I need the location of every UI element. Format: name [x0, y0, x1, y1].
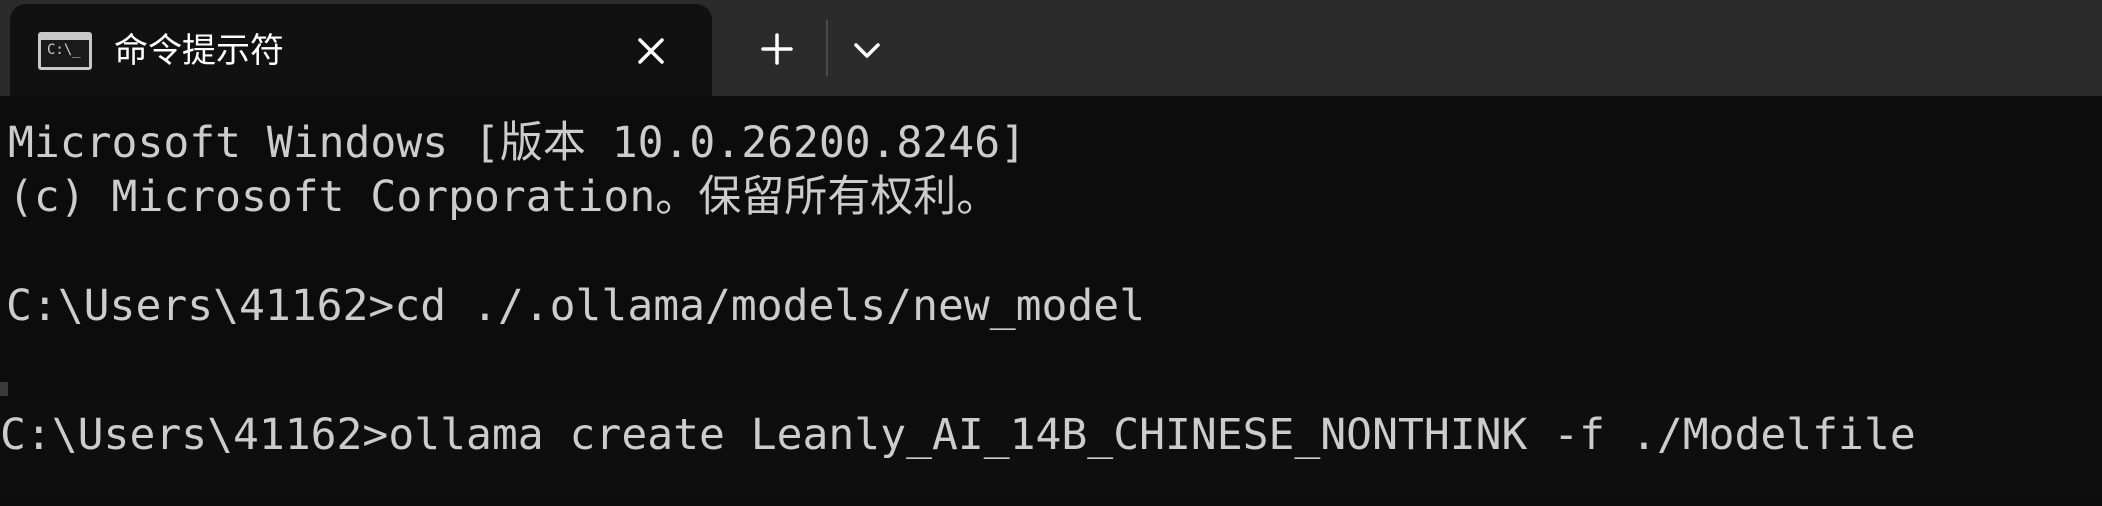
scroll-mark	[0, 382, 8, 396]
close-icon	[638, 38, 664, 64]
terminal-line: (c) Microsoft Corporation。保留所有权利。	[8, 172, 1000, 222]
profile-dropdown-button[interactable]	[842, 28, 892, 74]
tab-command-prompt[interactable]: C:\_ 命令提示符	[10, 4, 712, 96]
tab-title: 命令提示符	[114, 31, 284, 71]
plus-icon	[761, 33, 793, 65]
terminal-output[interactable]: Microsoft Windows [版本 10.0.26200.8246] (…	[0, 96, 2102, 506]
titlebar-divider	[826, 20, 828, 76]
terminal-line: C:\Users\41162>ollama create Leanly_AI_1…	[0, 410, 1916, 460]
terminal-window: C:\_ 命令提示符 Microsoft Windows [版本 10.0.26…	[0, 0, 2102, 506]
close-tab-button[interactable]	[628, 28, 674, 74]
terminal-line: C:\Users\41162>cd ./.ollama/models/new_m…	[6, 281, 1146, 331]
title-bar: C:\_ 命令提示符	[0, 0, 2102, 96]
chevron-down-icon	[854, 43, 880, 58]
new-tab-button[interactable]	[752, 24, 802, 74]
command-prompt-icon-text: C:\_	[47, 42, 81, 58]
terminal-line: Microsoft Windows [版本 10.0.26200.8246]	[8, 118, 1026, 168]
command-prompt-icon: C:\_	[38, 32, 92, 70]
